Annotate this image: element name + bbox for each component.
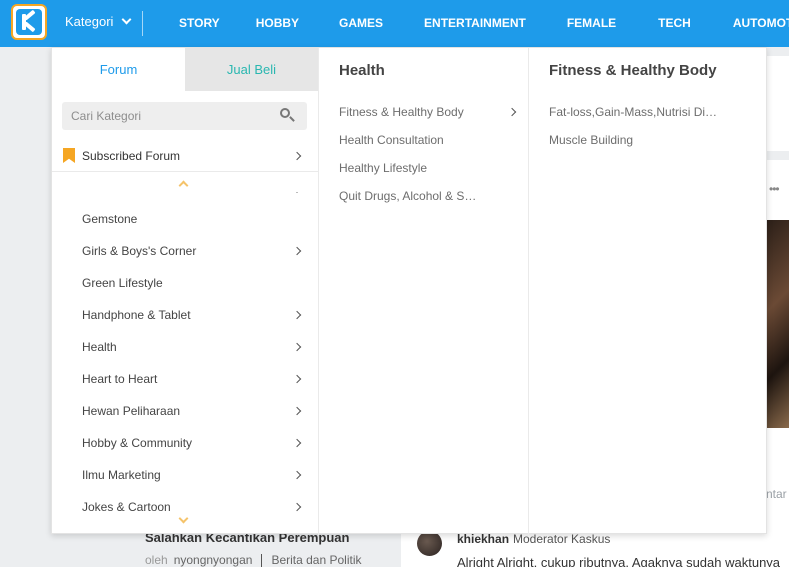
comment-text: Alright Alright, cukup ributnya. Agaknya… (457, 555, 781, 567)
category-list: Gemstone Girls & Boys's Corner Green Lif… (52, 203, 318, 523)
chevron-right-icon (292, 502, 302, 512)
nav-tech[interactable]: TECH (658, 16, 691, 30)
logo-k-icon (16, 9, 42, 35)
category-item-hobby-community[interactable]: Hobby & Community (52, 427, 318, 459)
chevron-down-icon (121, 14, 132, 25)
category-item-handphone-tablet[interactable]: Handphone & Tablet (52, 299, 318, 331)
kategori-label: Kategori (65, 14, 114, 29)
subcategory-list: Fat-loss,Gain-Mass,Nutrisi Die… Muscle B… (529, 98, 768, 154)
category-search-input[interactable] (62, 109, 278, 123)
category-item-hewan-peliharaan[interactable]: Hewan Peliharaan (52, 395, 318, 427)
thread-forum[interactable]: Berita dan Politik (271, 553, 361, 567)
category-search (62, 102, 307, 130)
chevron-right-icon (292, 406, 302, 416)
divider (261, 554, 263, 567)
subcategory-item-quit-drugs[interactable]: Quit Drugs, Alcohol & Smoking (319, 182, 528, 210)
nav-entertainment[interactable]: ENTERTAINMENT (424, 16, 526, 30)
thread-author[interactable]: nyongnyongan (174, 553, 253, 567)
subcategory-item-healthy-lifestyle[interactable]: Healthy Lifestyle (319, 154, 528, 182)
category-dropdown-menu: Forum Jual Beli Subscribed Forum Gemston… (51, 47, 768, 535)
category-label: Girls & Boys's Corner (82, 244, 197, 258)
chevron-right-icon (292, 470, 302, 480)
category-label: Health (82, 340, 117, 354)
thread-image[interactable] (766, 220, 789, 428)
category-item-health[interactable]: Health (52, 331, 318, 363)
chevron-right-icon (292, 342, 302, 352)
search-icon[interactable] (278, 106, 298, 126)
category-item-ilmu-marketing[interactable]: Ilmu Marketing (52, 459, 318, 491)
category-label: Hobby & Community (82, 436, 193, 450)
by-label: oleh (145, 553, 168, 567)
category-column: Forum Jual Beli Subscribed Forum Gemston… (52, 48, 318, 535)
nav-female[interactable]: FEMALE (567, 16, 616, 30)
subcategory-title: Fitness & Healthy Body (549, 62, 717, 79)
chevron-right-icon (292, 438, 302, 448)
main-nav: STORY HOBBY GAMES ENTERTAINMENT FEMALE T… (179, 16, 789, 30)
category-label: Ilmu Marketing (82, 468, 161, 482)
subcategory-title: Health (339, 62, 385, 79)
tab-forum[interactable]: Forum (52, 48, 185, 91)
health-subcategory-column: Health Fitness & Healthy Body Health Con… (318, 48, 528, 535)
category-label: Green Lifestyle (82, 276, 163, 290)
chevron-right-icon (292, 151, 302, 161)
subcategory-label: Fitness & Healthy Body (339, 105, 464, 119)
subcategory-label: Health Consultation (339, 133, 444, 147)
nav-hobby[interactable]: HOBBY (256, 16, 299, 30)
chevron-right-icon (292, 246, 302, 256)
category-item-green-lifestyle[interactable]: Green Lifestyle (52, 267, 318, 299)
subcategory-label: Quit Drugs, Alcohol & Smoking (339, 189, 504, 203)
subscribed-forum-label: Subscribed Forum (82, 149, 181, 163)
category-label: Heart to Heart (82, 372, 158, 386)
subcategory-label: Fat-loss,Gain-Mass,Nutrisi Die… (549, 105, 724, 119)
category-item-heart-to-heart[interactable]: Heart to Heart (52, 363, 318, 395)
menu-tabs: Forum Jual Beli (52, 48, 318, 91)
fitness-subcategory-column: Fitness & Healthy Body Fat-loss,Gain-Mas… (528, 48, 768, 535)
category-label: Handphone & Tablet (82, 308, 191, 322)
category-item-girls-boys-corner[interactable]: Girls & Boys's Corner (52, 235, 318, 267)
kaskus-logo[interactable] (11, 4, 47, 40)
tab-jual-beli[interactable]: Jual Beli (185, 48, 318, 91)
subcategory-item-muscle-building[interactable]: Muscle Building (529, 126, 768, 154)
background-card (766, 56, 789, 151)
divider (142, 11, 143, 36)
subcategory-label: Healthy Lifestyle (339, 161, 428, 175)
subcategory-label: Muscle Building (549, 133, 634, 147)
chevron-right-icon (292, 310, 302, 320)
top-navigation-bar: Kategori STORY HOBBY GAMES ENTERTAINMENT… (0, 0, 789, 47)
bookmark-icon (63, 148, 75, 163)
category-label: Gemstone (82, 212, 138, 226)
chevron-right-icon (292, 374, 302, 384)
chevron-right-icon (507, 107, 517, 117)
background-side-text: ntar (766, 487, 787, 501)
divider (296, 192, 298, 193)
category-label: Hewan Peliharaan (82, 404, 181, 418)
nav-story[interactable]: STORY (179, 16, 220, 30)
subscribed-forum-item[interactable]: Subscribed Forum (52, 140, 318, 172)
more-options-icon[interactable]: ••• (769, 182, 780, 196)
kategori-dropdown-button[interactable]: Kategori (65, 14, 132, 29)
subcategory-list: Fitness & Healthy Body Health Consultati… (319, 98, 528, 210)
nav-games[interactable]: GAMES (339, 16, 383, 30)
category-item-gemstone[interactable]: Gemstone (52, 203, 318, 235)
category-label: Jokes & Cartoon (82, 500, 171, 514)
subcategory-item-fitness[interactable]: Fitness & Healthy Body (319, 98, 528, 126)
scroll-up-icon[interactable] (178, 180, 189, 191)
subcategory-item-health-consultation[interactable]: Health Consultation (319, 126, 528, 154)
subcategory-item-fat-loss[interactable]: Fat-loss,Gain-Mass,Nutrisi Die… (529, 98, 768, 126)
nav-automotive[interactable]: AUTOMOTIVE (733, 16, 789, 30)
thread-meta: oleh nyongnyongan Berita dan Politik (145, 553, 361, 567)
